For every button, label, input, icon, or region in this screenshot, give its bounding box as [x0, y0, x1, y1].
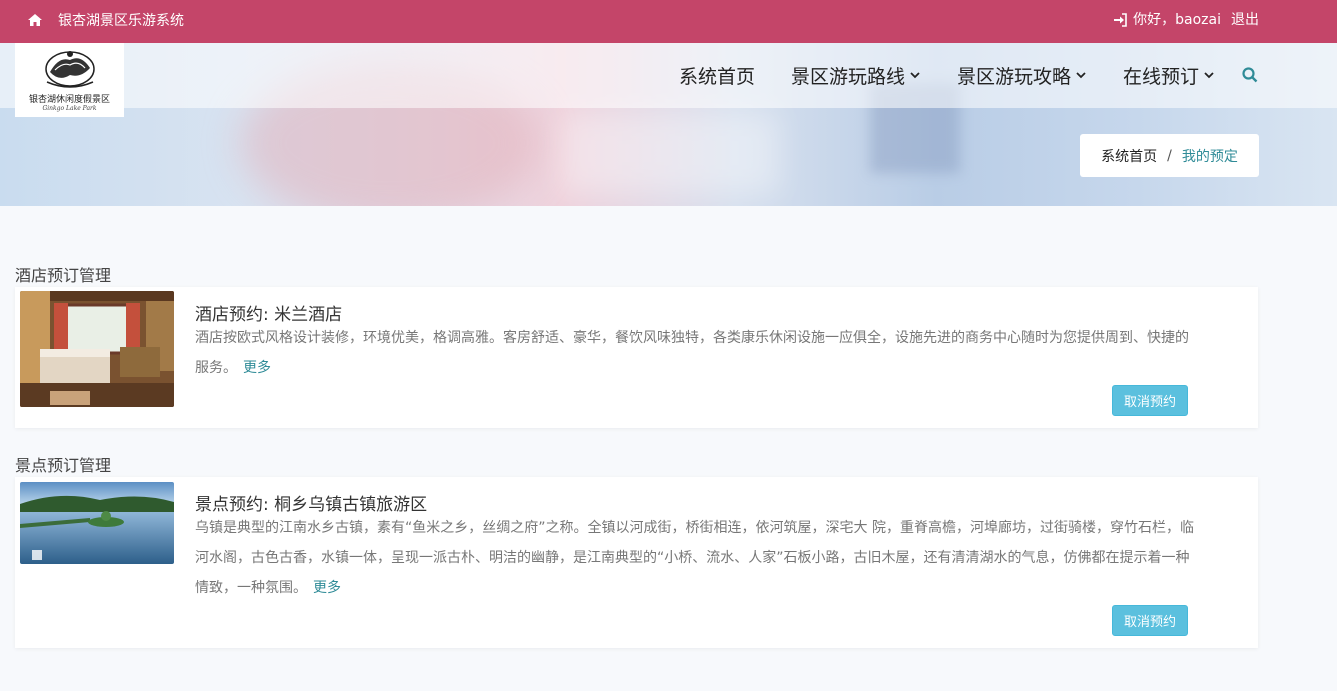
cancel-scenic-booking-button[interactable]: 取消预约 — [1112, 605, 1188, 636]
logo-text: 银杏湖休闲度假景区 — [28, 95, 110, 105]
logo-emblem-icon — [44, 51, 95, 88]
sign-in-icon — [1114, 13, 1127, 27]
hotel-booking-card: 酒店预约: 米兰酒店 酒店按欧式风格设计装修，环境优美，格调高雅。客房舒适、豪华… — [15, 287, 1258, 428]
breadcrumb-separator: / — [1167, 147, 1172, 164]
nav-item-online-booking[interactable]: 在线预订 — [1123, 62, 1215, 89]
scenic-booking-card: 景点预约: 桐乡乌镇古镇旅游区 乌镇是典型的江南水乡古镇，素有“鱼米之乡，丝绸之… — [15, 477, 1258, 648]
nav-item-label: 景区游玩路线 — [790, 65, 905, 88]
logo-subtitle: Ginkgo Lake Park — [42, 105, 97, 112]
user-greeting[interactable]: 你好，baozai — [1133, 10, 1221, 30]
main-nav: 系统首页 景区游玩路线 景区游玩攻略 在线预订 — [679, 62, 1259, 88]
scenic-lake-image — [20, 482, 174, 564]
chevron-down-icon — [910, 72, 920, 79]
description-text: 乌镇是典型的江南水乡古镇，素有“鱼米之乡，丝绸之府”之称。全镇以河成街，桥街相连… — [195, 520, 1194, 596]
more-link[interactable]: 更多 — [243, 360, 271, 376]
cancel-hotel-booking-button[interactable]: 取消预约 — [1112, 385, 1188, 416]
breadcrumb-current: 我的预定 — [1181, 148, 1238, 165]
hotel-room-image — [20, 291, 174, 407]
nav-item-home[interactable]: 系统首页 — [679, 62, 755, 89]
nav-item-label: 系统首页 — [678, 65, 755, 88]
hotel-section-title: 酒店预订管理 — [15, 266, 112, 285]
chevron-down-icon — [1204, 72, 1214, 79]
search-icon[interactable] — [1241, 66, 1259, 84]
site-name[interactable]: 银杏湖景区乐游系统 — [58, 11, 184, 31]
logout-link[interactable]: 退出 — [1231, 10, 1259, 30]
breadcrumb: 系统首页 / 我的预定 — [1080, 134, 1259, 177]
scenic-booking-title[interactable]: 景点预约: 桐乡乌镇古镇旅游区 — [195, 490, 427, 515]
hotel-thumbnail[interactable] — [20, 291, 174, 407]
hotel-booking-title[interactable]: 酒店预约: 米兰酒店 — [195, 300, 342, 325]
home-icon[interactable] — [27, 12, 43, 28]
description-text: 酒店按欧式风格设计装修，环境优美，格调高雅。客房舒适、豪华，餐饮风味独特，各类康… — [195, 330, 1189, 376]
top-bar: 银杏湖景区乐游系统 你好，baozai 退出 — [0, 0, 1337, 43]
scenic-thumbnail[interactable] — [20, 482, 174, 564]
nav-item-tour-guides[interactable]: 景区游玩攻略 — [957, 62, 1087, 89]
banner-decoration — [560, 113, 780, 193]
site-logo[interactable]: 银杏湖休闲度假景区 Ginkgo Lake Park — [15, 43, 124, 117]
more-link[interactable]: 更多 — [313, 580, 341, 596]
chevron-down-icon — [1076, 72, 1086, 79]
user-area: 你好，baozai 退出 — [1113, 10, 1259, 30]
scenic-section-title: 景点预订管理 — [15, 456, 112, 475]
scenic-booking-description: 乌镇是典型的江南水乡古镇，素有“鱼米之乡，丝绸之府”之称。全镇以河成街，桥街相连… — [195, 513, 1195, 603]
nav-item-label: 在线预订 — [1122, 65, 1199, 88]
nav-item-label: 景区游玩攻略 — [956, 65, 1071, 88]
breadcrumb-home-link[interactable]: 系统首页 — [1101, 146, 1157, 166]
hotel-booking-description: 酒店按欧式风格设计装修，环境优美，格调高雅。客房舒适、豪华，餐饮风味独特，各类康… — [195, 323, 1195, 383]
nav-item-tour-routes[interactable]: 景区游玩路线 — [791, 62, 921, 89]
